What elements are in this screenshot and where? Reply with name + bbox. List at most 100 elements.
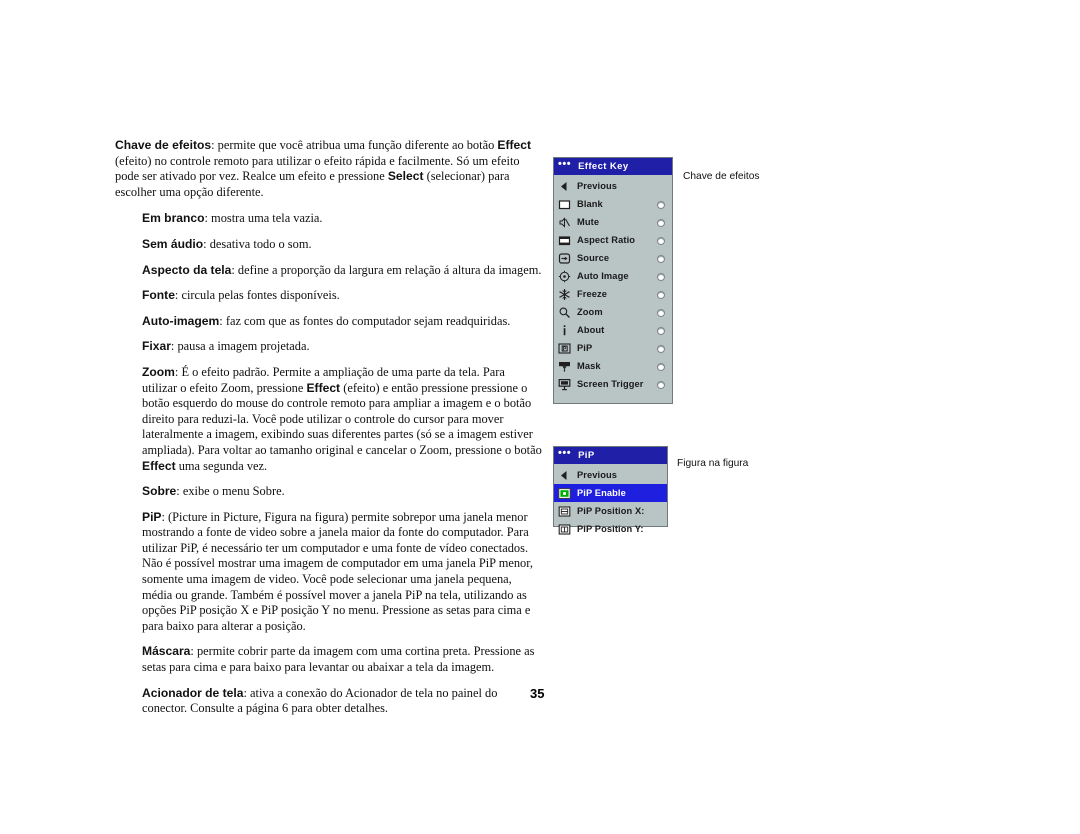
menu-item-pip-position-y[interactable]: PiP Position Y: xyxy=(554,520,667,538)
pip-menu-title: PiP xyxy=(578,450,595,461)
freeze-snowflake-icon xyxy=(558,288,571,301)
pip-position-y-icon xyxy=(558,523,571,536)
pip-menu-rows: Previous PiP Enable PiP Position X: PiP Pos… xyxy=(554,464,667,538)
menu-item-radio[interactable] xyxy=(657,273,665,281)
menu-item-zoom[interactable]: Zoom xyxy=(554,303,672,321)
paragraph: Fonte: circula pelas fontes disponíveis. xyxy=(142,288,543,304)
menu-item-previous[interactable]: Previous xyxy=(554,177,672,195)
paragraph: PiP: (Picture in Picture, Figura na figu… xyxy=(142,510,543,635)
pip-enable-icon xyxy=(558,487,571,500)
paragraph-text: : mostra uma tela vazia. xyxy=(204,211,323,226)
pip-menu[interactable]: ••• PiP Previous PiP Enable PiP Position X… xyxy=(553,446,668,535)
menu-item-auto-image[interactable]: Auto Image xyxy=(554,267,672,285)
menu-item-radio[interactable] xyxy=(657,309,665,317)
paragraph: Em branco: mostra uma tela vazia. xyxy=(142,211,543,227)
paragraph-text: : pausa a imagem projetada. xyxy=(170,339,310,354)
paragraph: Auto-imagem: faz com que as fontes do co… xyxy=(142,314,543,330)
menu-dots-icon: ••• xyxy=(558,157,572,170)
paragraph-text: : faz com que as fontes do computador se… xyxy=(219,313,511,328)
paragraph-term: Select xyxy=(387,169,424,184)
menu-item-label: Zoom xyxy=(577,307,603,317)
paragraph-term: Sem áudio xyxy=(142,236,204,251)
menu-item-radio[interactable] xyxy=(657,219,665,227)
pip-menu-titlebar: ••• PiP xyxy=(554,447,667,464)
paragraph-text: : permite cobrir parte da imagem com uma… xyxy=(142,644,535,675)
left-triangle-icon xyxy=(558,180,571,193)
paragraph-text: uma segunda vez. xyxy=(175,458,268,473)
menu-item-label: Screen Trigger xyxy=(577,379,644,389)
menu-item-radio[interactable] xyxy=(657,237,665,245)
menu-item-aspect-ratio[interactable]: Aspect Ratio xyxy=(554,231,672,249)
paragraph: Sem áudio: desativa todo o som. xyxy=(142,237,543,253)
menu-item-radio[interactable] xyxy=(657,291,665,299)
menu-item-radio[interactable] xyxy=(657,363,665,371)
menu-item-about[interactable]: About xyxy=(554,321,672,339)
paragraph-term: Effect xyxy=(306,380,341,395)
menu-dots-icon: ••• xyxy=(558,446,572,459)
paragraph-term: Effect xyxy=(497,138,531,152)
menu-item-label: Auto Image xyxy=(577,271,629,281)
effect-key-menu-rows: Previous Blank Mute Aspect Ratio Source Auto … xyxy=(554,175,672,393)
menu-item-blank[interactable]: Blank xyxy=(554,195,672,213)
page-number: 35 xyxy=(530,686,545,701)
menu-item-label: PiP Enable xyxy=(577,488,626,498)
menu-item-label: Freeze xyxy=(577,289,608,299)
paragraph: Acionador de tela: ativa a conexão do Ac… xyxy=(142,686,543,717)
menu-item-label: Mask xyxy=(577,361,601,371)
menu-item-label: Previous xyxy=(577,181,618,191)
menu-item-label: Blank xyxy=(577,199,603,209)
menu-item-radio[interactable] xyxy=(657,201,665,209)
menu-item-radio[interactable] xyxy=(657,345,665,353)
menu-item-screen-trigger[interactable]: Screen Trigger xyxy=(554,375,672,393)
paragraph-text: : circula pelas fontes disponíveis. xyxy=(174,288,340,303)
effect-key-menu-titlebar: ••• Effect Key xyxy=(554,158,672,175)
paragraph-term: Fixar xyxy=(142,339,171,354)
paragraph-text: : define a proporção da largura em relaç… xyxy=(231,262,542,277)
effect-key-menu[interactable]: ••• Effect Key Previous Blank Mute Aspect R… xyxy=(553,157,673,404)
paragraph-term: Aspecto da tela xyxy=(142,262,232,277)
menu-item-source[interactable]: Source xyxy=(554,249,672,267)
paragraph-term: Auto-imagem xyxy=(142,313,220,328)
menu-item-pip[interactable]: P PiP xyxy=(554,339,672,357)
svg-text:P: P xyxy=(563,346,567,352)
menu-item-label: PiP xyxy=(577,343,593,353)
paragraph-text: : exibe o menu Sobre. xyxy=(176,484,285,499)
menu-item-freeze[interactable]: Freeze xyxy=(554,285,672,303)
callout-pip: Figura na figura xyxy=(677,458,749,469)
paragraph: Fixar: pausa a imagem projetada. xyxy=(142,339,543,355)
screen-trigger-icon xyxy=(558,378,571,391)
paragraph: Zoom: É o efeito padrão. Permite a ampli… xyxy=(142,365,543,474)
info-i-icon xyxy=(558,324,571,337)
menu-item-label: Aspect Ratio xyxy=(577,235,636,245)
paragraph-term: Effect xyxy=(142,458,176,473)
menu-item-label: About xyxy=(577,325,605,335)
menu-item-previous[interactable]: Previous xyxy=(554,466,667,484)
menu-item-pip-enable[interactable]: PiP Enable xyxy=(554,484,667,502)
paragraph: Máscara: permite cobrir parte da imagem … xyxy=(142,644,543,675)
menu-item-label: PiP Position Y: xyxy=(577,524,644,534)
menu-item-radio[interactable] xyxy=(657,255,665,263)
mute-speaker-icon xyxy=(558,216,571,229)
menu-item-mute[interactable]: Mute xyxy=(554,213,672,231)
menu-item-mask[interactable]: Mask xyxy=(554,357,672,375)
menu-item-pip-position-x[interactable]: PiP Position X: xyxy=(554,502,667,520)
paragraph: Aspecto da tela: define a proporção da l… xyxy=(142,263,543,279)
menu-item-radio[interactable] xyxy=(657,327,665,335)
menu-item-label: Mute xyxy=(577,217,600,227)
menu-item-label: Previous xyxy=(577,470,618,480)
auto-image-icon xyxy=(558,270,571,283)
paragraph-term: Sobre xyxy=(142,484,177,499)
pip-position-x-icon xyxy=(558,505,571,518)
menu-item-label: Source xyxy=(577,253,610,263)
paragraph-text: : permite que você atribua uma função di… xyxy=(211,138,498,152)
paragraph-term: Em branco xyxy=(142,211,205,226)
menu-item-radio[interactable] xyxy=(657,381,665,389)
left-triangle-icon xyxy=(558,469,571,482)
paragraph-text: : desativa todo o som. xyxy=(203,236,312,251)
document-text-column: Chave de efeitos: permite que você atrib… xyxy=(115,138,543,727)
effect-key-menu-title: Effect Key xyxy=(578,161,629,172)
blank-screen-icon xyxy=(558,198,571,211)
paragraph-term: Máscara xyxy=(142,644,191,659)
paragraph-term: PiP xyxy=(142,509,162,524)
pip-icon: P xyxy=(558,342,571,355)
